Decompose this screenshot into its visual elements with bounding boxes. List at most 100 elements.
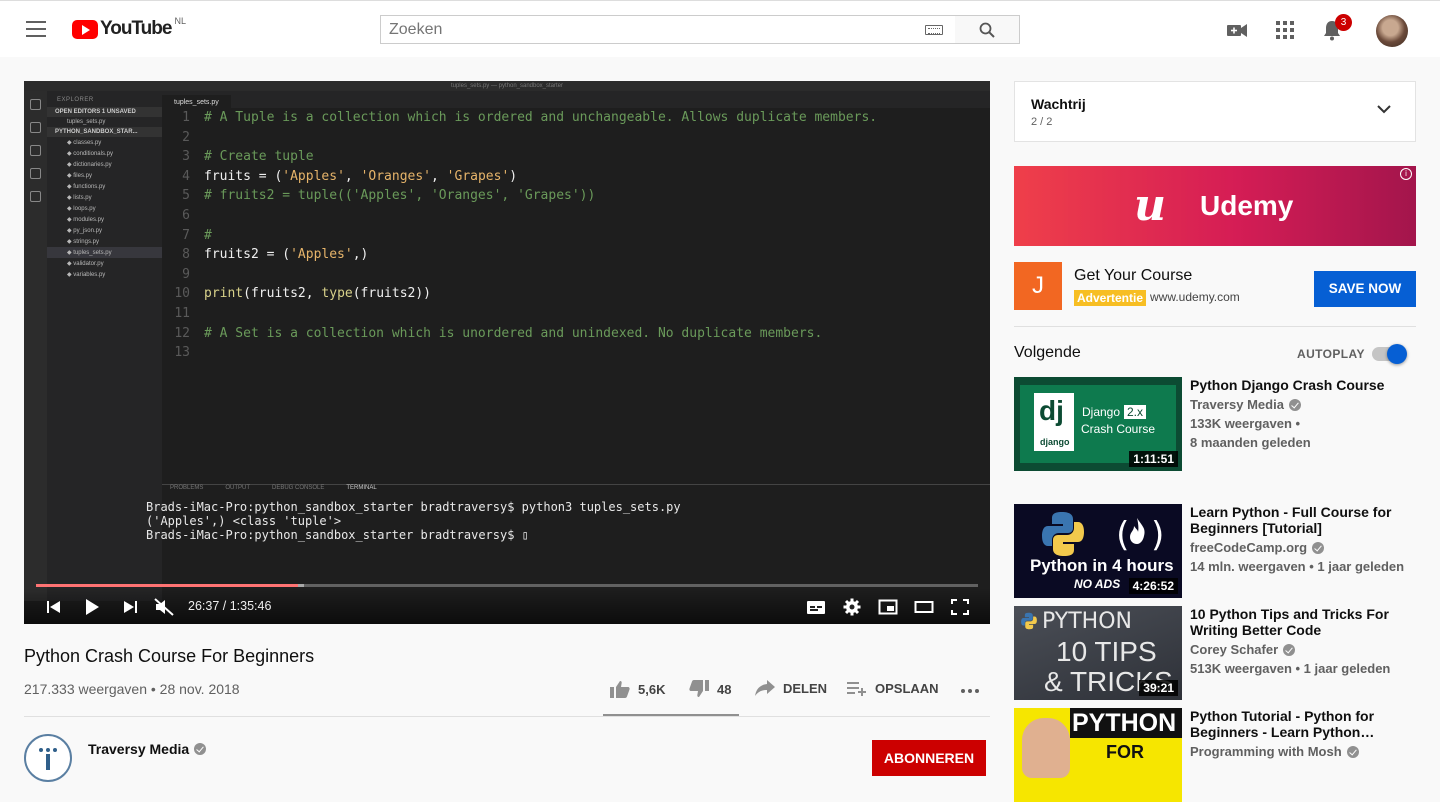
search-button[interactable] — [955, 15, 1020, 44]
share-button[interactable]: DELEN — [755, 680, 827, 696]
country-code: NL — [174, 16, 186, 26]
like-button[interactable]: 5,6K — [610, 680, 665, 698]
code-token: 'Apples' — [290, 247, 353, 263]
dislike-button[interactable]: 48 — [689, 680, 731, 698]
autoplay-toggle[interactable] — [1372, 344, 1407, 364]
theater-mode-icon[interactable] — [914, 598, 934, 616]
recommendation-item[interactable]: dj django Django 2.x Crash Course 1:11:5… — [1014, 377, 1416, 471]
ad-info-icon[interactable]: i — [1400, 168, 1412, 180]
channel-name-row[interactable]: Traversy Media — [88, 741, 207, 757]
previous-icon[interactable] — [44, 598, 64, 616]
code-line: 4 fruits = ('Apples', 'Oranges', 'Grapes'… — [162, 167, 990, 187]
video-thumbnail[interactable]: () Python in 4 hours NO ADS 4:26:52 — [1014, 504, 1182, 598]
chevron-down-icon[interactable] — [1377, 104, 1391, 114]
extensions-icon — [30, 191, 41, 202]
open-editors-section: OPEN EDITORS 1 UNSAVED — [47, 107, 162, 117]
folder-section: PYTHON_SANDBOX_STAR... — [47, 127, 162, 137]
line-number: 6 — [182, 207, 190, 223]
info-divider — [24, 716, 990, 717]
code-token: # Create tuple — [204, 149, 314, 165]
code-token: , — [344, 168, 361, 184]
explorer-file: ◆ files.py — [67, 173, 92, 179]
video-thumbnail[interactable]: dj django Django 2.x Crash Course 1:11:5… — [1014, 377, 1182, 471]
toggle-knob — [1387, 344, 1407, 364]
progress-bar[interactable] — [36, 584, 978, 587]
thumb-version: 2.x — [1124, 405, 1147, 419]
code-token: 'Oranges' — [360, 168, 432, 184]
youtube-play-icon — [72, 19, 98, 39]
terminal-tabs: PROBLEMS OUTPUT DEBUG CONSOLE TERMINAL — [162, 484, 990, 496]
explorer-file: ◆ tuples_sets.py — [47, 247, 162, 258]
open-file: tuples_sets.py — [67, 119, 106, 125]
create-video-icon[interactable] — [1226, 19, 1248, 41]
channel-name[interactable]: Programming with Mosh — [1190, 744, 1342, 760]
editor-tab-bar: tuples_sets.py — [162, 91, 990, 110]
code-line: 12 # A Set is a collection which is unord… — [162, 324, 990, 344]
channel-name[interactable]: Traversy Media — [1190, 397, 1284, 413]
code-token: (fruits2, — [243, 286, 322, 302]
udemy-logo-icon: u — [1134, 180, 1166, 231]
next-icon[interactable] — [120, 598, 140, 616]
video-title[interactable]: Python Tutorial - Python for Beginners -… — [1190, 708, 1416, 740]
video-thumbnail[interactable]: PYTHON 10 TIPS & TRICKS 39:21 — [1014, 606, 1182, 700]
video-title[interactable]: Learn Python - Full Course for Beginners… — [1190, 504, 1416, 536]
explorer-file: ◆ strings.py — [67, 239, 99, 245]
terminal-tab: PROBLEMS — [170, 485, 204, 491]
keyboard-icon[interactable] — [925, 25, 943, 35]
code-token: , — [431, 168, 447, 184]
code-line: 6 — [162, 206, 990, 226]
subtitles-icon[interactable] — [806, 598, 826, 616]
share-arrow-icon — [755, 680, 775, 696]
code-line: 13 — [162, 343, 990, 363]
account-avatar[interactable] — [1376, 15, 1408, 47]
youtube-logo[interactable]: YouTube NL — [72, 16, 186, 40]
channel-name[interactable]: Corey Schafer — [1190, 642, 1278, 658]
explorer-file: ◆ dictionaries.py — [67, 162, 112, 168]
channel-logo-icon — [39, 748, 57, 770]
subscribe-button[interactable]: ABONNEREN — [872, 740, 986, 776]
search-icon — [979, 22, 995, 38]
channel-name[interactable]: freeCodeCamp.org — [1190, 540, 1307, 556]
python-logo-icon — [1021, 612, 1037, 630]
explorer-file: ◆ modules.py — [67, 217, 104, 223]
video-player[interactable]: tuples_sets.py — python_sandbox_starter … — [24, 81, 990, 624]
terminal-tab: DEBUG CONSOLE — [272, 485, 325, 491]
code-line: 1 # A Tuple is a collection which is orde… — [162, 108, 990, 128]
line-number: 13 — [174, 345, 190, 361]
recommendation-item[interactable]: PYTHON FOR Python Tutorial - Python for … — [1014, 708, 1416, 802]
video-thumbnail[interactable]: PYTHON FOR — [1014, 708, 1182, 802]
code-token: print — [204, 286, 244, 302]
menu-icon[interactable] — [26, 21, 46, 37]
up-next-heading: Volgende — [1014, 344, 1081, 361]
recommendation-item[interactable]: () Python in 4 hours NO ADS 4:26:52 Lear… — [1014, 504, 1416, 598]
fullscreen-icon[interactable] — [950, 598, 970, 616]
code-token: 'Apples' — [282, 168, 345, 184]
search-input[interactable] — [381, 16, 901, 43]
more-actions-icon[interactable] — [960, 688, 980, 694]
thumb-logo: dj — [1039, 395, 1064, 426]
video-title[interactable]: Python Django Crash Course — [1190, 377, 1416, 393]
code-line: 11 — [162, 304, 990, 324]
code-token: # — [204, 227, 212, 243]
thumb-text: Python in 4 hours — [1030, 556, 1174, 575]
line-number: 12 — [174, 325, 190, 341]
miniplayer-icon[interactable] — [878, 598, 898, 616]
save-button[interactable]: OPSLAAN — [847, 680, 939, 696]
settings-gear-icon[interactable] — [842, 598, 862, 616]
ad-cta-button[interactable]: SAVE NOW — [1314, 271, 1416, 307]
ad-title[interactable]: Get Your Course — [1074, 267, 1192, 285]
apps-grid-icon[interactable] — [1274, 19, 1296, 41]
code-token: type — [321, 286, 353, 302]
explorer-file: ◆ classes.py — [67, 140, 102, 146]
code-line: 3 # Create tuple — [162, 147, 990, 167]
mute-icon[interactable] — [154, 598, 174, 616]
channel-avatar[interactable] — [24, 734, 72, 782]
thumb-subtext: FOR — [1106, 742, 1144, 762]
queue-panel[interactable]: Wachtrij 2 / 2 — [1014, 81, 1416, 142]
recommendation-item[interactable]: PYTHON 10 TIPS & TRICKS 39:21 10 Python … — [1014, 606, 1416, 700]
video-title[interactable]: 10 Python Tips and Tricks For Writing Be… — [1190, 606, 1416, 638]
ad-advertiser-logo[interactable]: J — [1014, 262, 1062, 310]
time-display: 26:37 / 1:35:46 — [188, 599, 272, 613]
ad-banner[interactable]: u Udemy i — [1014, 166, 1416, 246]
play-icon[interactable] — [82, 598, 102, 616]
